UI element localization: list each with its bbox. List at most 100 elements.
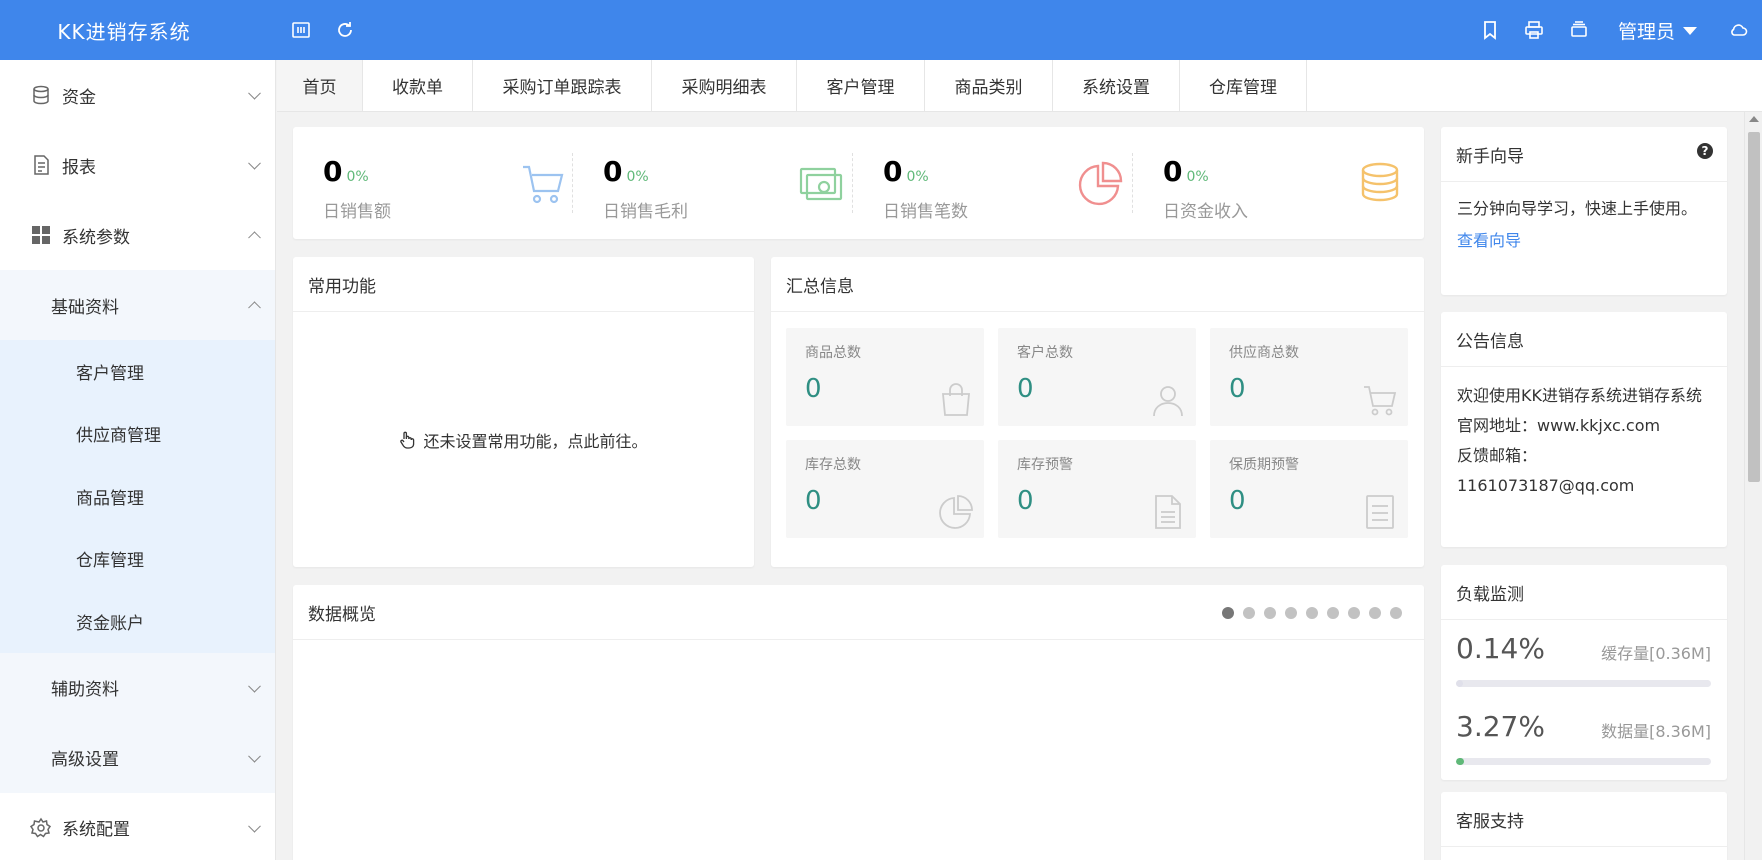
stat-daily-income[interactable]: 0 0% 日资金收入 bbox=[1133, 127, 1413, 239]
collapse-menu-icon[interactable] bbox=[287, 16, 315, 44]
notice-line: 1161073187@qq.com bbox=[1457, 476, 1635, 495]
tab-receipts[interactable]: 收款单 bbox=[363, 60, 473, 111]
tab-home[interactable]: 首页 bbox=[277, 60, 363, 111]
sidebar-item-funds[interactable]: 资金 bbox=[0, 60, 275, 130]
cache-progress-fill bbox=[1456, 680, 1463, 687]
card-value: 0 bbox=[805, 374, 822, 404]
guide-text: 三分钟向导学习，快速上手使用。 bbox=[1457, 199, 1698, 218]
user-menu[interactable]: 管理员 bbox=[1618, 0, 1698, 60]
data-progress-bar bbox=[1456, 758, 1711, 765]
stat-label: 日销售笔数 bbox=[883, 202, 968, 222]
summary-card-inventory[interactable]: 库存总数 0 bbox=[786, 440, 984, 538]
scroll-up-icon[interactable] bbox=[1749, 116, 1759, 122]
notice-panel: 公告信息 欢迎使用KK进销存系统进销存系统 官网地址：www.kkjxc.com… bbox=[1441, 312, 1727, 547]
card-value: 0 bbox=[1017, 374, 1034, 404]
app-title[interactable]: KK进销存系统 bbox=[0, 0, 276, 60]
sidebar-item-fund-accounts[interactable]: 资金账户 bbox=[0, 590, 275, 653]
sidebar: 资金 报表 系统参数 基础资料 客户管理 供应商管理 商品管理 仓库管理 资金账… bbox=[0, 60, 276, 860]
user-name: 管理员 bbox=[1618, 20, 1676, 43]
carousel-dot[interactable] bbox=[1348, 607, 1360, 619]
stat-label: 日销售额 bbox=[323, 202, 391, 222]
print-icon[interactable] bbox=[1520, 16, 1548, 44]
carousel-dot[interactable] bbox=[1390, 607, 1402, 619]
carousel-dot[interactable] bbox=[1264, 607, 1276, 619]
data-progress-fill bbox=[1456, 758, 1465, 765]
sidebar-item-label: 高级设置 bbox=[51, 750, 119, 770]
card-label: 库存总数 bbox=[805, 457, 861, 473]
summary-card-expiry-warning[interactable]: 保质期预警 0 bbox=[1210, 440, 1408, 538]
load-monitor-panel: 负载监测 0.14% 缓存量[0.36M] 3.27% 数据量[8.36M] bbox=[1441, 565, 1727, 780]
stat-value: 0 bbox=[1163, 155, 1183, 188]
carousel-dot[interactable] bbox=[1243, 607, 1255, 619]
sidebar-item-basic-data[interactable]: 基础资料 bbox=[0, 270, 275, 340]
pie-icon bbox=[1078, 161, 1123, 206]
sidebar-item-label: 报表 bbox=[62, 157, 96, 178]
hand-pointer-icon bbox=[400, 431, 415, 449]
data-overview-panel: 数据概览 bbox=[293, 585, 1424, 860]
stat-label: 日销售毛利 bbox=[603, 202, 688, 222]
scrollbar[interactable] bbox=[1744, 112, 1762, 860]
chevron-down-icon bbox=[248, 679, 261, 693]
cloud-icon[interactable] bbox=[1724, 16, 1752, 44]
refresh-icon[interactable] bbox=[331, 16, 359, 44]
sidebar-item-label: 资金 bbox=[62, 87, 96, 108]
pie-icon bbox=[939, 495, 973, 529]
sidebar-item-system-params[interactable]: 系统参数 bbox=[0, 200, 275, 270]
sidebar-item-system-config[interactable]: 系统配置 bbox=[0, 793, 275, 860]
tab-product-category[interactable]: 商品类别 bbox=[925, 60, 1053, 111]
common-functions-empty[interactable]: 还未设置常用功能，点此前往。 bbox=[293, 312, 754, 567]
tab-warehouse-management[interactable]: 仓库管理 bbox=[1180, 60, 1307, 111]
card-label: 商品总数 bbox=[805, 345, 861, 361]
summary-card-suppliers[interactable]: 供应商总数 0 bbox=[1210, 328, 1408, 426]
stat-daily-orders[interactable]: 0 0% 日销售笔数 bbox=[853, 127, 1133, 239]
guide-body: 三分钟向导学习，快速上手使用。 查看向导 bbox=[1441, 182, 1727, 268]
stat-pct: 0% bbox=[346, 169, 369, 185]
sidebar-submenu: 客户管理 供应商管理 商品管理 仓库管理 资金账户 bbox=[0, 340, 275, 653]
stat-daily-profit[interactable]: 0 0% 日销售毛利 bbox=[573, 127, 853, 239]
carousel-dot[interactable] bbox=[1285, 607, 1297, 619]
carousel-dot[interactable] bbox=[1306, 607, 1318, 619]
sidebar-item-customers[interactable]: 客户管理 bbox=[0, 340, 275, 403]
summary-card-stock-warning[interactable]: 库存预警 0 bbox=[998, 440, 1196, 538]
panel-title: 汇总信息 bbox=[771, 257, 1424, 312]
tab-system-settings[interactable]: 系统设置 bbox=[1053, 60, 1180, 111]
sidebar-item-products[interactable]: 商品管理 bbox=[0, 465, 275, 528]
notice-line: 反馈邮箱： bbox=[1457, 446, 1538, 465]
tab-bar: 首页 收款单 采购订单跟踪表 采购明细表 客户管理 商品类别 系统设置 仓库管理 bbox=[277, 60, 1762, 112]
tab-customer-management[interactable]: 客户管理 bbox=[797, 60, 925, 111]
bag-icon bbox=[942, 383, 970, 416]
cache-load-row: 0.14% 缓存量[0.36M] bbox=[1441, 620, 1727, 698]
carousel-dot[interactable] bbox=[1327, 607, 1339, 619]
list-icon bbox=[1366, 495, 1394, 529]
panel-title: 客服支持 bbox=[1441, 792, 1727, 847]
sidebar-item-advanced[interactable]: 高级设置 bbox=[0, 722, 275, 793]
tab-purchase-details[interactable]: 采购明细表 bbox=[652, 60, 797, 111]
carousel-dot[interactable] bbox=[1369, 607, 1381, 619]
cache-pct: 0.14% bbox=[1456, 632, 1545, 665]
sidebar-item-warehouses[interactable]: 仓库管理 bbox=[0, 528, 275, 591]
guide-title: 新手向导 bbox=[1456, 146, 1524, 167]
card-label: 客户总数 bbox=[1017, 345, 1073, 361]
summary-card-customers[interactable]: 客户总数 0 bbox=[998, 328, 1196, 426]
sidebar-item-reports[interactable]: 报表 bbox=[0, 130, 275, 200]
panel-title: 负载监测 bbox=[1441, 565, 1727, 620]
sidebar-item-aux-data[interactable]: 辅助资料 bbox=[0, 652, 275, 723]
notice-line: 官网地址：www.kkjxc.com bbox=[1457, 416, 1661, 435]
guide-link[interactable]: 查看向导 bbox=[1457, 228, 1711, 254]
chevron-down-icon bbox=[248, 749, 261, 763]
stat-value: 0 bbox=[603, 155, 623, 188]
summary-card-products[interactable]: 商品总数 0 bbox=[786, 328, 984, 426]
grid-icon bbox=[30, 224, 52, 246]
cache-label: 缓存量[0.36M] bbox=[1601, 644, 1711, 663]
tab-purchase-tracking[interactable]: 采购订单跟踪表 bbox=[473, 60, 652, 111]
stat-daily-sales[interactable]: 0 0% 日销售额 bbox=[293, 127, 573, 239]
bookmark-icon[interactable] bbox=[1476, 16, 1504, 44]
scrollbar-thumb[interactable] bbox=[1748, 132, 1760, 482]
carousel-dot[interactable] bbox=[1222, 607, 1234, 619]
help-icon[interactable]: ? bbox=[1697, 143, 1713, 159]
layers-icon[interactable] bbox=[1565, 16, 1593, 44]
sidebar-item-suppliers[interactable]: 供应商管理 bbox=[0, 403, 275, 466]
chevron-down-icon bbox=[248, 819, 261, 833]
sidebar-item-label: 系统配置 bbox=[62, 820, 130, 840]
card-label: 库存预警 bbox=[1017, 457, 1073, 473]
